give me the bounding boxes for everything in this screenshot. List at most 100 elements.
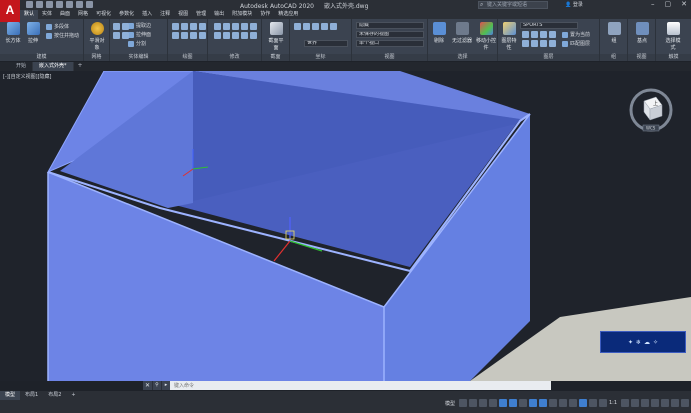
units-icon[interactable]: [641, 399, 649, 407]
extrude-button[interactable]: 拉伸: [24, 22, 42, 44]
ribbon-tab-addins[interactable]: 附加模块: [228, 10, 256, 19]
polyline-icon[interactable]: [181, 23, 188, 30]
ribbon-tab-default[interactable]: 默认: [20, 10, 39, 19]
ribbon-tab-view[interactable]: 视图: [174, 10, 192, 19]
close-icon[interactable]: ✕: [681, 0, 687, 8]
ribbon-tab-output[interactable]: 输出: [210, 10, 228, 19]
line-icon[interactable]: [172, 23, 179, 30]
isodraft-icon[interactable]: [518, 399, 527, 407]
file-tab-start[interactable]: 开始: [10, 62, 34, 71]
hardware-acceleration-icon[interactable]: [661, 399, 669, 407]
mirror-icon[interactable]: [250, 23, 257, 30]
extrude-faces-button[interactable]: 拉伸面: [128, 31, 151, 38]
smooth-object-button[interactable]: 平滑对象: [88, 22, 106, 51]
new-icon[interactable]: [26, 1, 33, 8]
arc-icon[interactable]: [199, 23, 206, 30]
fillet-edge-icon[interactable]: [122, 32, 129, 39]
workspace-gear-icon[interactable]: [621, 399, 629, 407]
separate-button[interactable]: 分割: [128, 40, 146, 47]
ribbon-tab-featured-apps[interactable]: 精选应用: [274, 10, 302, 19]
navigation-overlay[interactable]: ✦ ❄ ☁ ✧: [600, 331, 686, 353]
annotation-scale[interactable]: 1:1: [609, 400, 617, 406]
save-icon[interactable]: [46, 1, 53, 8]
snap-icon[interactable]: [468, 399, 477, 407]
ucs-face-icon[interactable]: [330, 23, 337, 30]
layout-tab-model[interactable]: 模型: [0, 391, 21, 400]
ribbon-tab-mesh[interactable]: 网格: [74, 10, 92, 19]
object-snap-tracking-icon[interactable]: [528, 399, 537, 407]
ucs-3point-icon[interactable]: [321, 23, 328, 30]
redo-icon[interactable]: [86, 1, 93, 8]
hatch-icon[interactable]: [199, 32, 206, 39]
annotation-visibility-icon[interactable]: [598, 399, 607, 407]
layer-thaw-icon[interactable]: [531, 40, 538, 47]
array-icon[interactable]: [223, 32, 230, 39]
move-gizmo-button[interactable]: 移动小控件: [476, 22, 496, 51]
culling-button[interactable]: 剔除: [430, 22, 448, 44]
select-mode-button[interactable]: 选择模式: [664, 22, 682, 51]
fillet-icon[interactable]: [214, 32, 221, 39]
minimize-icon[interactable]: –: [651, 0, 655, 8]
application-menu-button[interactable]: A: [0, 0, 20, 22]
dynamic-input-icon[interactable]: [488, 399, 497, 407]
layer-combo[interactable]: SPORTS: [520, 22, 578, 29]
spline-icon[interactable]: [181, 32, 188, 39]
lineweight-icon[interactable]: [548, 399, 557, 407]
file-tab-current[interactable]: 嵌入式外壳*: [33, 62, 74, 71]
command-input[interactable]: [170, 381, 551, 390]
ucs-combo[interactable]: 世界: [304, 40, 348, 47]
gizmo-toggle-icon[interactable]: [588, 399, 597, 407]
3d-osnap-icon[interactable]: [578, 399, 587, 407]
section-plane-button[interactable]: 截面平面: [267, 22, 285, 51]
search-box[interactable]: ⌕ 键入关键字或短语: [478, 1, 548, 9]
polar-icon[interactable]: [508, 399, 517, 407]
group-button[interactable]: 组: [605, 22, 623, 44]
layout-tab-2[interactable]: 布局2: [43, 391, 66, 400]
save-as-icon[interactable]: [56, 1, 63, 8]
scale-icon[interactable]: [232, 32, 239, 39]
circle-icon[interactable]: [190, 23, 197, 30]
viewcube[interactable]: 上 WCS: [628, 87, 674, 133]
isolate-objects-icon[interactable]: [651, 399, 659, 407]
viewport-controls[interactable]: [-][自定义视图][隐藏]: [3, 73, 52, 80]
layer-unlock-icon[interactable]: [540, 40, 547, 47]
ribbon-tab-visualize[interactable]: 可视化: [92, 10, 115, 19]
match-layer-button[interactable]: 匹配图层: [562, 40, 590, 47]
open-icon[interactable]: [36, 1, 43, 8]
print-icon[interactable]: [66, 1, 73, 8]
undo-icon[interactable]: [76, 1, 83, 8]
infer-icon[interactable]: [478, 399, 487, 407]
ribbon-tab-annotate[interactable]: 注释: [156, 10, 174, 19]
ribbon-tab-surface[interactable]: 曲面: [56, 10, 74, 19]
ribbon-tab-solid[interactable]: 实体: [38, 10, 56, 19]
copy-icon[interactable]: [241, 23, 248, 30]
trim-icon[interactable]: [232, 23, 239, 30]
customization-menu-icon[interactable]: [681, 399, 689, 407]
command-close-icon[interactable]: ✕: [143, 381, 152, 390]
named-view-combo[interactable]: 未保存的视图: [356, 31, 424, 38]
layer-properties-button[interactable]: 图层特性: [500, 22, 518, 51]
ucs-icon[interactable]: [294, 23, 301, 30]
layer-off-icon[interactable]: [522, 31, 529, 38]
polysolid-button[interactable]: 多段体: [46, 23, 69, 30]
move-icon[interactable]: [214, 23, 221, 30]
base-point-button[interactable]: 基点: [633, 22, 651, 44]
command-arrow-icon[interactable]: ▸: [161, 381, 170, 390]
model-space-label[interactable]: 模型: [445, 400, 455, 407]
extract-edges-button[interactable]: 提取边: [128, 22, 151, 29]
box-button[interactable]: 长方体: [4, 22, 22, 44]
add-layout-icon[interactable]: +: [66, 391, 80, 400]
erase-icon[interactable]: [250, 32, 257, 39]
viewport-config-combo[interactable]: 单个视口: [356, 40, 424, 47]
clean-screen-icon[interactable]: [671, 399, 679, 407]
ribbon-tab-insert[interactable]: 插入: [138, 10, 156, 19]
new-tab-icon[interactable]: +: [74, 62, 87, 71]
layer-on-icon[interactable]: [522, 40, 529, 47]
annotation-monitor-icon[interactable]: [631, 399, 639, 407]
layer-lock-icon[interactable]: [540, 31, 547, 38]
transparency-icon[interactable]: [558, 399, 567, 407]
ribbon-tab-manage[interactable]: 管理: [192, 10, 210, 19]
command-customize-icon[interactable]: ⚲: [152, 381, 161, 390]
drawing-viewport[interactable]: [-][自定义视图][隐藏] 上 WCS ✦ ❄ ☁ ✧: [0, 71, 691, 381]
set-current-button[interactable]: 置为当前: [562, 31, 590, 38]
